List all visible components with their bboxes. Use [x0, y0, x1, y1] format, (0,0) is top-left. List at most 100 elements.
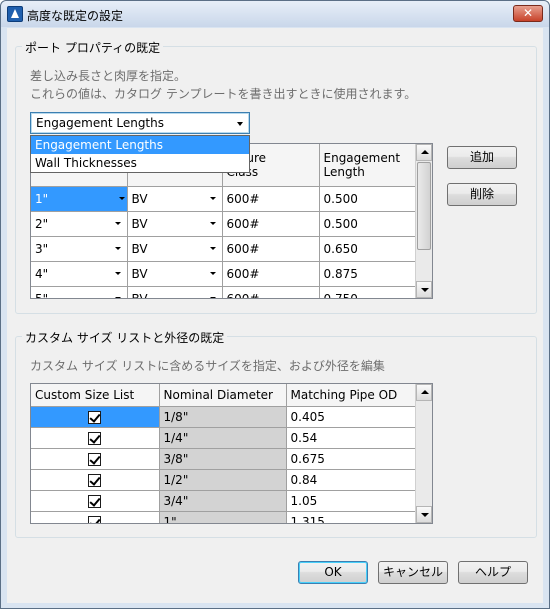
property-type-combo[interactable]: Engagement Lengths [30, 112, 250, 134]
scroll-thumb[interactable] [417, 162, 431, 250]
add-button[interactable]: 追加 [447, 146, 517, 169]
length-cell[interactable]: 0.750 [319, 286, 418, 298]
column-header-engagement-length[interactable]: Engagement Length [319, 144, 418, 187]
property-type-dropdown-list: Engagement Lengths Wall Thicknesses [30, 135, 250, 173]
chevron-down-icon [114, 221, 121, 225]
chevron-down-icon [209, 271, 216, 275]
length-cell[interactable]: 0.500 [319, 211, 418, 237]
table-row[interactable]: 1/2" 0.84 [31, 469, 418, 491]
table-row[interactable]: 5" BV 600# 0.750 [31, 286, 418, 299]
delete-button[interactable]: 削除 [447, 183, 517, 206]
ok-button[interactable]: OK [298, 561, 368, 584]
chevron-down-icon [209, 296, 216, 298]
length-cell[interactable]: 0.875 [319, 261, 418, 287]
nominal-diameter-cell: 1/4" [159, 427, 287, 449]
custom-size-hint: カスタム サイズ リストに含めるサイズを指定、および外径を編集 [30, 359, 385, 373]
type-cell[interactable]: BV [127, 236, 223, 262]
scroll-down-icon[interactable] [416, 281, 432, 298]
nominal-diameter-cell: 1" [159, 511, 287, 523]
dialog-client-area: ポート プロパティの既定 差し込み長さと肉厚を指定。 これらの値は、カタログ テ… [7, 28, 543, 603]
type-value: BV [131, 291, 148, 299]
port-grid-scrollbar[interactable] [415, 144, 432, 298]
custom-size-checkbox-cell[interactable] [31, 427, 160, 449]
window-title: 高度な既定の設定 [27, 9, 124, 23]
pipe-od-cell[interactable]: 1.05 [286, 490, 418, 512]
size-cell[interactable]: 2" [31, 211, 128, 237]
close-button[interactable]: ✕ [513, 5, 543, 22]
table-row[interactable]: 1" BV 600# 0.500 [31, 186, 418, 212]
cancel-button[interactable]: キャンセル [378, 561, 448, 584]
size-value: 4" [35, 266, 49, 281]
pressure-cell[interactable]: 600# [222, 236, 320, 262]
custom-size-checkbox-cell[interactable] [31, 406, 160, 428]
port-hint-line2: これらの値は、カタログ テンプレートを書き出すときに使用されます。 [30, 87, 417, 101]
dropdown-option-wall-thicknesses[interactable]: Wall Thicknesses [31, 154, 249, 172]
pipe-od-cell[interactable]: 1.315 [286, 511, 418, 523]
table-row[interactable]: 1/8" 0.405 [31, 406, 418, 428]
pressure-cell[interactable]: 600# [222, 211, 320, 237]
type-cell[interactable]: BV [127, 211, 223, 237]
length-cell[interactable]: 0.650 [319, 236, 418, 262]
custom-size-grid[interactable]: Custom Size List Nominal Diameter Matchi… [30, 383, 433, 524]
pressure-cell[interactable]: 600# [222, 261, 320, 287]
custom-size-checkbox-cell[interactable] [31, 511, 160, 523]
pressure-cell[interactable]: 600# [222, 286, 320, 298]
pipe-od-cell[interactable]: 0.405 [286, 406, 418, 428]
table-row[interactable]: 3" BV 600# 0.650 [31, 236, 418, 262]
checkbox-checked-icon[interactable] [88, 452, 102, 466]
type-value: BV [131, 266, 148, 281]
checkbox-checked-icon[interactable] [88, 515, 102, 523]
title-bar[interactable]: 高度な既定の設定 ✕ [1, 1, 549, 27]
type-value: BV [131, 216, 148, 231]
table-row[interactable]: 3/8" 0.675 [31, 448, 418, 470]
column-header-nominal-diameter[interactable]: Nominal Diameter [159, 384, 287, 407]
type-value: BV [131, 191, 148, 206]
table-row[interactable]: 3/4" 1.05 [31, 490, 418, 512]
pipe-od-cell[interactable]: 0.84 [286, 469, 418, 491]
custom-size-checkbox-cell[interactable] [31, 448, 160, 470]
nominal-diameter-cell: 3/8" [159, 448, 287, 470]
scroll-up-icon[interactable] [416, 144, 432, 161]
checkbox-checked-icon[interactable] [88, 431, 102, 445]
custom-size-checkbox-cell[interactable] [31, 469, 160, 491]
type-cell[interactable]: BV [127, 186, 223, 212]
close-icon: ✕ [522, 6, 534, 20]
column-header-custom-size-list[interactable]: Custom Size List [31, 384, 160, 407]
column-header-matching-pipe-od[interactable]: Matching Pipe OD [286, 384, 418, 407]
size-value: 1" [35, 191, 49, 206]
nominal-diameter-cell: 1/8" [159, 406, 287, 428]
pressure-cell[interactable]: 600# [222, 186, 320, 212]
table-row[interactable]: 1" 1.315 [31, 511, 418, 523]
scroll-up-icon[interactable] [416, 384, 432, 401]
custom-size-checkbox-cell[interactable] [31, 490, 160, 512]
type-value: BV [131, 241, 148, 256]
size-cell[interactable]: 3" [31, 236, 128, 262]
checkbox-checked-icon[interactable] [88, 410, 102, 424]
type-cell[interactable]: BV [127, 286, 223, 299]
checkbox-checked-icon[interactable] [88, 494, 102, 508]
chevron-down-icon [209, 221, 216, 225]
dropdown-option-engagement-lengths[interactable]: Engagement Lengths [31, 136, 249, 154]
length-cell[interactable]: 0.500 [319, 186, 418, 212]
custom-size-legend: カスタム サイズ リストと外径の既定 [22, 329, 228, 346]
table-row[interactable]: 4" BV 600# 0.875 [31, 261, 418, 287]
size-grid-scrollbar[interactable] [415, 384, 432, 523]
table-row[interactable]: 2" BV 600# 0.500 [31, 211, 418, 237]
size-cell[interactable]: 1" [31, 186, 128, 212]
pipe-od-cell[interactable]: 0.675 [286, 448, 418, 470]
help-button[interactable]: ヘルプ [458, 561, 528, 584]
type-cell[interactable]: BV [127, 261, 223, 287]
engagement-header-line1: Engagement [323, 150, 401, 165]
table-row[interactable]: 1/4" 0.54 [31, 427, 418, 449]
property-type-combo-value: Engagement Lengths [36, 116, 164, 130]
chevron-down-icon [209, 246, 216, 250]
checkbox-checked-icon[interactable] [88, 473, 102, 487]
chevron-down-icon [114, 271, 121, 275]
size-value: 5" [35, 291, 49, 299]
pipe-od-cell[interactable]: 0.54 [286, 427, 418, 449]
size-cell[interactable]: 5" [31, 286, 128, 299]
chevron-down-icon [114, 246, 121, 250]
size-cell[interactable]: 4" [31, 261, 128, 287]
scroll-down-icon[interactable] [416, 506, 432, 523]
chevron-down-icon [118, 196, 125, 200]
